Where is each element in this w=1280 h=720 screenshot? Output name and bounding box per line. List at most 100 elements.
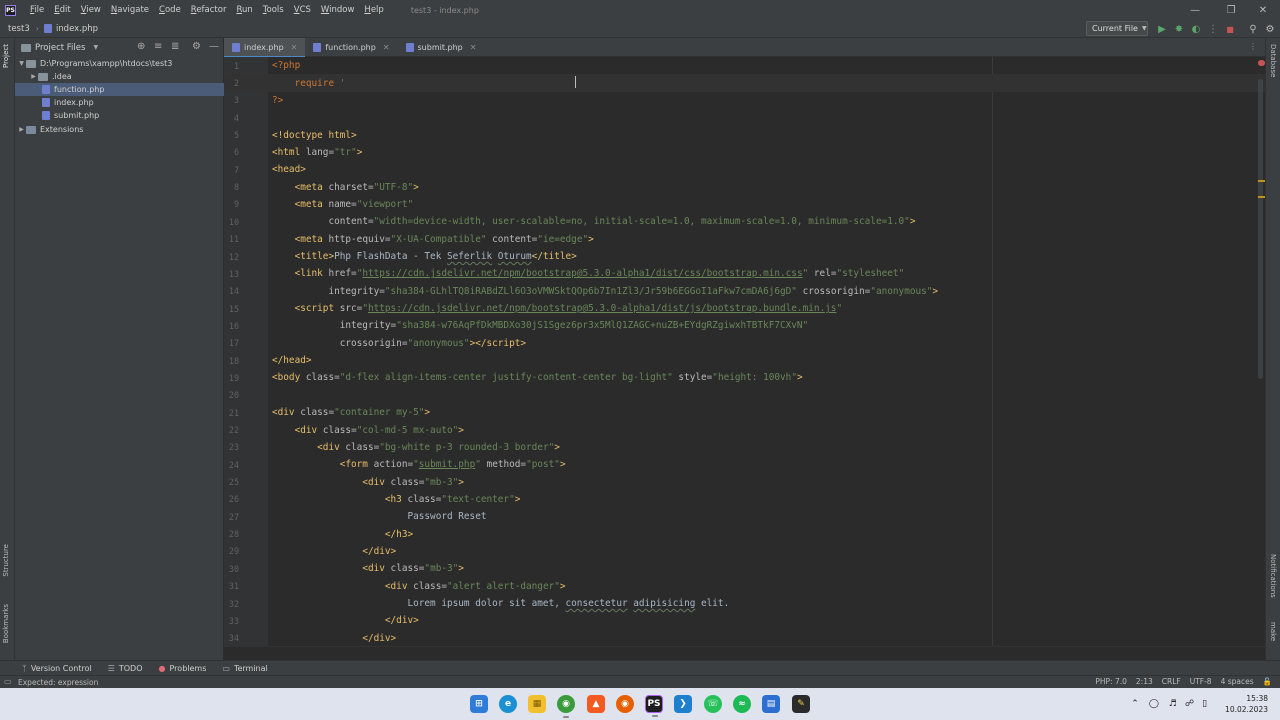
chevron-up-icon[interactable]: ⌃ <box>1131 699 1139 709</box>
line-number[interactable]: 28 <box>224 529 239 539</box>
code-text[interactable]: </head> <box>272 355 312 366</box>
code-line[interactable]: 6 <html lang="tr"> <box>224 144 1265 161</box>
close-tab-icon[interactable]: ✕ <box>291 43 298 52</box>
line-number[interactable]: 20 <box>224 390 239 400</box>
windows-start-icon[interactable]: ⊞ <box>470 695 488 713</box>
code-text[interactable]: <!doctype html> <box>272 130 357 141</box>
line-number[interactable]: 12 <box>224 252 239 262</box>
vertical-scrollbar[interactable] <box>1258 79 1263 379</box>
code-line[interactable]: 5 <!doctype html> <box>224 126 1265 143</box>
microphone-icon[interactable]: ◯ <box>1149 699 1159 709</box>
code-line[interactable]: 22 <div class="col-md-5 mx-auto"> <box>224 421 1265 438</box>
code-editor[interactable]: 1 <?php 2 require ' 3 ?> 4 5 <!doctype html> 6 <h… <box>224 57 1265 646</box>
minimize-icon[interactable]: — <box>1178 0 1212 20</box>
spotify-icon[interactable]: ≈ <box>733 695 751 713</box>
bookmarks-tool-button[interactable]: Bookmarks <box>2 604 10 643</box>
tab-function-php[interactable]: function.php ✕ <box>305 38 397 57</box>
file-explorer-icon[interactable]: ▦ <box>528 695 546 713</box>
tab-index-php[interactable]: index.php ✕ <box>224 38 306 58</box>
menu-window[interactable]: Window <box>316 5 360 15</box>
code-text[interactable]: content="width=device-width, user-scalab… <box>272 216 915 227</box>
menu-code[interactable]: Code <box>154 5 186 15</box>
clock[interactable]: 15:38 10.02.2023 <box>1225 693 1268 715</box>
menu-tools[interactable]: Tools <box>258 5 289 15</box>
code-line[interactable]: 27 Password Reset <box>224 508 1265 525</box>
code-line[interactable]: 20 <box>224 387 1265 404</box>
code-text[interactable]: <div class="container my-5"> <box>272 407 430 418</box>
line-separator-widget[interactable]: CRLF <box>1162 677 1181 686</box>
chevron-right-icon[interactable]: ▶ <box>29 73 38 80</box>
code-line[interactable]: 4 <box>224 109 1265 126</box>
line-number[interactable]: 32 <box>224 599 239 609</box>
code-text[interactable]: <?php <box>272 60 300 71</box>
problems-button[interactable]: ● Problems <box>159 664 207 673</box>
code-text[interactable]: </h3> <box>272 529 413 540</box>
tree-item-index-php[interactable]: index.php <box>15 96 224 109</box>
line-number[interactable]: 5 <box>224 130 239 140</box>
stop-icon[interactable]: ■ <box>1223 22 1237 36</box>
code-text[interactable]: integrity="sha384-GLhlTQ8iRABdZLl6O3oVMW… <box>272 286 938 297</box>
run-icon[interactable]: ▶ <box>1155 22 1169 36</box>
code-line[interactable]: 9 <meta name="viewport" <box>224 196 1265 213</box>
breadcrumb-project[interactable]: test3 <box>8 24 30 34</box>
code-text[interactable]: crossorigin="anonymous"></script> <box>272 338 526 349</box>
code-line[interactable]: 15 <script src="https://cdn.jsdelivr.net… <box>224 300 1265 317</box>
lock-icon[interactable]: 🔓 <box>1263 677 1272 686</box>
tree-item-root[interactable]: ▼ D:\Programs\xampp\htdocs\test3 <box>15 57 224 70</box>
line-number[interactable]: 31 <box>224 581 239 591</box>
line-number[interactable]: 24 <box>224 460 239 470</box>
code-line[interactable]: 33 </div> <box>224 612 1265 629</box>
code-line[interactable]: 30 <div class="mb-3"> <box>224 560 1265 577</box>
whatsapp-icon[interactable]: ☏ <box>704 695 722 713</box>
sticky-app-icon[interactable]: ✎ <box>792 695 810 713</box>
close-icon[interactable]: ✕ <box>1246 0 1280 20</box>
code-line[interactable]: 2 require ' <box>224 74 1265 92</box>
warning-marker[interactable] <box>1258 196 1265 198</box>
chevron-down-icon[interactable]: ▼ <box>17 60 26 67</box>
make-tool-button[interactable]: make <box>1269 622 1277 641</box>
line-number[interactable]: 16 <box>224 321 239 331</box>
line-number[interactable]: 3 <box>224 95 239 105</box>
encoding-widget[interactable]: UTF-8 <box>1190 677 1212 686</box>
expand-all-icon[interactable]: ≡ <box>154 41 162 52</box>
coverage-icon[interactable]: ◐ <box>1189 22 1203 36</box>
notifications-tool-button[interactable]: Notifications <box>1269 554 1277 598</box>
warning-marker[interactable] <box>1258 180 1265 182</box>
chevron-right-icon[interactable]: ▶ <box>17 126 26 133</box>
debug-icon[interactable]: ✸ <box>1172 22 1186 36</box>
code-line[interactable]: 29 </div> <box>224 543 1265 560</box>
tree-item-submit-php[interactable]: submit.php <box>15 109 224 122</box>
tab-submit-php[interactable]: submit.php ✕ <box>398 38 485 57</box>
menu-view[interactable]: View <box>76 5 106 15</box>
error-stripe-icon[interactable] <box>1258 60 1265 66</box>
line-number[interactable]: 13 <box>224 269 239 279</box>
vscode-icon[interactable]: ❯ <box>674 695 692 713</box>
code-line[interactable]: 19 <body class="d-flex align-items-center… <box>224 369 1265 386</box>
menu-navigate[interactable]: Navigate <box>106 5 154 15</box>
line-number[interactable]: 27 <box>224 512 239 522</box>
more-run-icon[interactable]: ⋮ <box>1206 22 1220 36</box>
code-text[interactable]: <form action="submit.php" method="post"> <box>272 459 566 470</box>
code-text[interactable]: <title>Php FlashData - Tek Seferlik Otur… <box>272 251 577 262</box>
run-configuration-select[interactable]: Current File ▼ <box>1086 21 1148 36</box>
project-tool-button[interactable]: Project <box>2 44 10 68</box>
line-number[interactable]: 4 <box>224 113 239 123</box>
menu-refactor[interactable]: Refactor <box>186 5 232 15</box>
code-line[interactable]: 3 ?> <box>224 92 1265 109</box>
more-tabs-icon[interactable]: ⋮ <box>1249 42 1257 51</box>
code-line[interactable]: 11 <meta http-equiv="X-UA-Compatible" co… <box>224 231 1265 248</box>
line-number[interactable]: 30 <box>224 564 239 574</box>
menu-vcs[interactable]: VCS <box>289 5 316 15</box>
code-line[interactable]: 31 <div class="alert alert-danger"> <box>224 578 1265 595</box>
indent-widget[interactable]: 4 spaces <box>1221 677 1254 686</box>
code-line[interactable]: 16 integrity="sha384-w76AqPfDkMBDXo30jS1… <box>224 317 1265 334</box>
code-text[interactable]: <div class="alert alert-danger"> <box>272 581 566 592</box>
code-line[interactable]: 21 <div class="container my-5"> <box>224 404 1265 421</box>
toggle-tool-windows-icon[interactable]: ▭ <box>4 677 12 686</box>
locate-icon[interactable]: ⊕ <box>137 41 145 52</box>
code-line[interactable]: 32 Lorem ipsum dolor sit amet, consectet… <box>224 595 1265 612</box>
close-tab-icon[interactable]: ✕ <box>383 43 390 52</box>
brave-browser-icon[interactable]: ▲ <box>587 695 605 713</box>
code-line[interactable]: 1 <?php <box>224 57 1265 74</box>
breadcrumb-file[interactable]: index.php <box>56 24 98 34</box>
